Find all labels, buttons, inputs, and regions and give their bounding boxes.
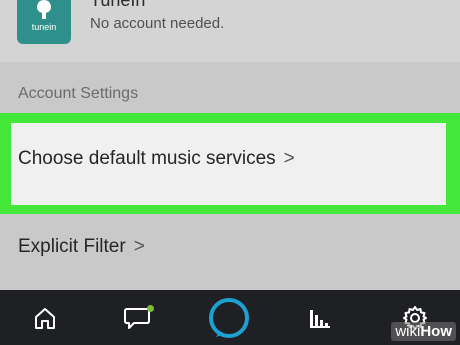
bottom-navigation-bar: wikiHow [0, 290, 460, 345]
tunein-service-row[interactable]: tunein TuneIn No account needed. [0, 0, 460, 62]
home-button[interactable] [15, 290, 75, 345]
communicate-button[interactable] [107, 290, 167, 345]
tunein-logo: tunein [17, 0, 71, 44]
chevron-right-icon: > [283, 148, 295, 169]
account-settings-header: Account Settings [18, 85, 139, 102]
chevron-right-icon: > [133, 236, 145, 257]
alexa-button[interactable] [199, 290, 259, 345]
tunein-logo-text: tunein [31, 22, 57, 32]
explicit-filter-row[interactable]: Explicit Filter > [0, 214, 460, 290]
tunein-service-subtitle: No account needed. [90, 15, 225, 32]
play-button[interactable] [290, 290, 350, 345]
alexa-ring-icon [209, 297, 249, 338]
choose-default-music-services-label: Choose default music services > [18, 148, 295, 169]
tunein-logo-icon [37, 0, 51, 19]
equalizer-icon [310, 309, 330, 328]
choose-default-music-services-row[interactable]: Choose default music services > [11, 123, 446, 205]
wikihow-watermark: wikiHow [391, 322, 456, 341]
home-icon [35, 307, 55, 329]
notification-dot [147, 305, 154, 312]
tunein-service-name: TuneIn [90, 0, 146, 10]
explicit-filter-label: Explicit Filter > [18, 236, 145, 257]
